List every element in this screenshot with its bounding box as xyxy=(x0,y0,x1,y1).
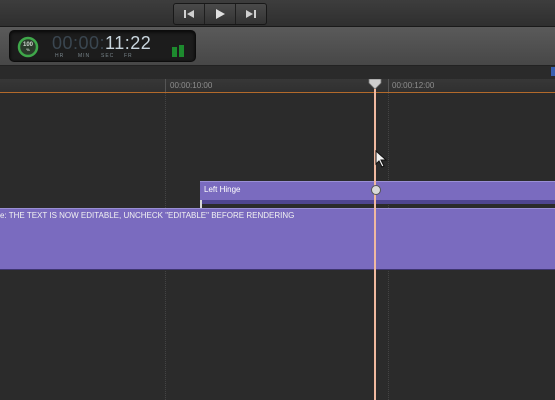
timeline-ruler[interactable]: 00:00:10:00 00:00:12:00 xyxy=(0,79,555,93)
toolbar: 100% 00:00:11:22 HR MIN SEC FR xyxy=(0,27,555,66)
keyframe-handle-icon[interactable] xyxy=(371,185,381,195)
play-icon xyxy=(216,9,225,19)
mouse-pointer-icon xyxy=(375,150,388,168)
timecode-display[interactable]: 100% 00:00:11:22 HR MIN SEC FR xyxy=(9,30,196,62)
ruler-tick xyxy=(165,79,166,92)
play-button[interactable] xyxy=(205,4,236,24)
timecode-value: 00:00:11:22 xyxy=(52,33,152,53)
ruler-label: 00:00:10:00 xyxy=(170,81,213,90)
ruler-label: 00:00:12:00 xyxy=(392,81,435,90)
skip-to-end-icon xyxy=(246,10,256,18)
timecode-units: HR MIN SEC FR xyxy=(55,53,133,59)
playhead-top-icon[interactable] xyxy=(368,79,382,89)
ruler-strip xyxy=(0,66,555,79)
skip-to-end-button[interactable] xyxy=(236,4,266,24)
progress-percent: 100% xyxy=(22,42,33,52)
main-clip[interactable]: e: THE TEXT IS NOW EDITABLE, UNCHECK "ED… xyxy=(0,208,555,270)
skip-to-start-icon xyxy=(184,10,194,18)
ruler-tick xyxy=(388,79,389,92)
skip-to-start-button[interactable] xyxy=(174,4,205,24)
range-marker xyxy=(551,67,555,76)
timeline-area[interactable]: Left Hinge e: THE TEXT IS NOW EDITABLE, … xyxy=(0,93,555,400)
title-clip-lower-edge xyxy=(200,200,555,204)
main-clip-label: e: THE TEXT IS NOW EDITABLE, UNCHECK "ED… xyxy=(0,211,295,220)
top-bar xyxy=(0,0,555,27)
title-clip-label: Left Hinge xyxy=(204,185,241,194)
playhead[interactable] xyxy=(374,86,376,400)
transport-controls xyxy=(173,3,267,25)
